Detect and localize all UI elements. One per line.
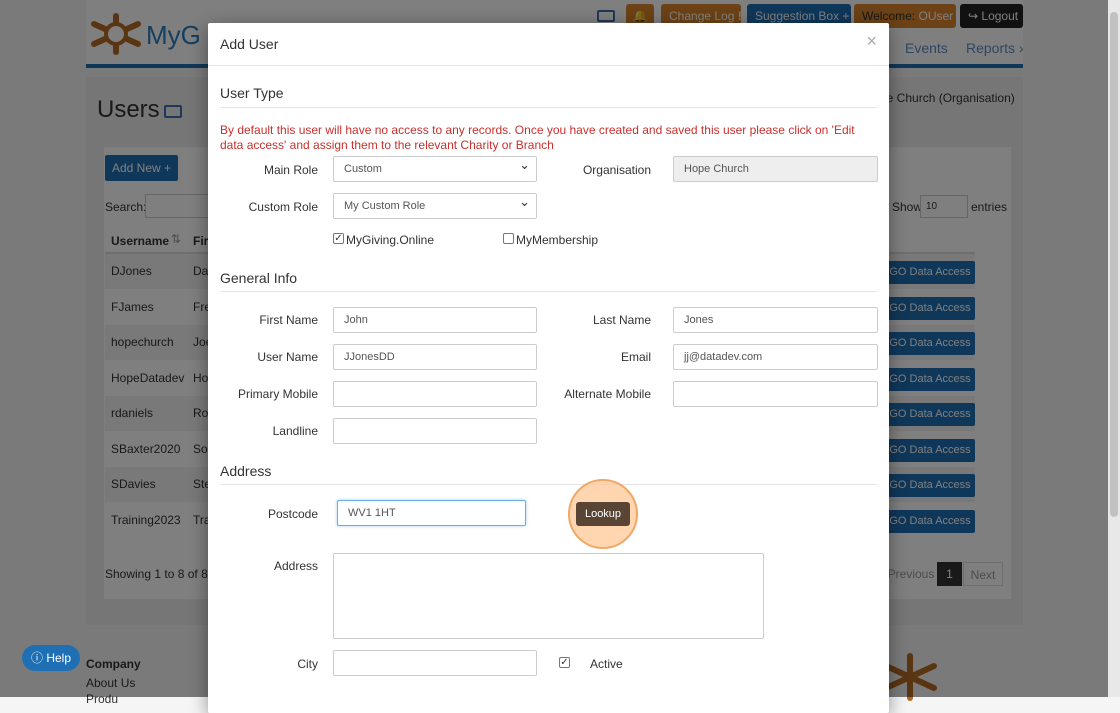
- main-role-label: Main Role: [263, 163, 318, 177]
- section-general-info: General Info: [220, 270, 298, 286]
- postcode-input[interactable]: WV1 1HT: [337, 500, 526, 526]
- section-divider: [220, 291, 877, 292]
- first-name-label: First Name: [259, 313, 318, 327]
- scrollbar-thumb[interactable]: [1110, 12, 1118, 517]
- mygiving-label: MyGiving.Online: [346, 233, 435, 247]
- mymembership-checkbox[interactable]: [503, 233, 514, 244]
- section-user-type: User Type: [220, 85, 284, 101]
- section-divider: [220, 484, 877, 485]
- city-input[interactable]: [333, 650, 537, 676]
- modal-divider: [208, 65, 889, 66]
- email-label: Email: [620, 350, 651, 364]
- active-label: Active: [590, 657, 623, 671]
- address-label: Address: [273, 559, 318, 573]
- mymembership-label: MyMembership: [516, 233, 599, 247]
- help-icon: ⓘ: [30, 651, 43, 665]
- active-checkbox[interactable]: ✓: [559, 657, 570, 668]
- landline-label: Landline: [272, 424, 318, 438]
- section-divider: [220, 107, 877, 108]
- help-button[interactable]: ⓘ Help: [22, 645, 80, 671]
- custom-role-select[interactable]: My Custom Role: [333, 193, 537, 219]
- city-label: City: [297, 657, 318, 671]
- user-name-input[interactable]: JJonesDD: [333, 344, 537, 370]
- first-name-input[interactable]: John: [333, 307, 537, 333]
- page-scrollbar[interactable]: [1108, 0, 1120, 697]
- alternate-mobile-input[interactable]: [673, 381, 878, 407]
- landline-input[interactable]: [333, 418, 537, 444]
- custom-role-label: Custom Role: [248, 200, 318, 214]
- modal-title: Add User: [220, 36, 279, 52]
- primary-mobile-label: Primary Mobile: [237, 387, 318, 401]
- main-role-select[interactable]: Custom: [333, 156, 537, 182]
- last-name-label: Last Name: [592, 313, 651, 327]
- organisation-label: Organisation: [582, 163, 651, 177]
- lookup-button[interactable]: Lookup: [576, 502, 630, 526]
- primary-mobile-input[interactable]: [333, 381, 537, 407]
- close-icon[interactable]: ×: [866, 31, 877, 52]
- user-name-label: User Name: [257, 350, 318, 364]
- add-user-modal: Add User × User Type By default this use…: [208, 23, 889, 713]
- section-address: Address: [220, 463, 272, 479]
- last-name-input[interactable]: Jones: [673, 307, 878, 333]
- organisation-field: Hope Church: [673, 156, 878, 182]
- address-textarea[interactable]: [333, 553, 764, 639]
- email-input[interactable]: jj@datadev.com: [673, 344, 878, 370]
- access-notice: By default this user will have no access…: [220, 123, 855, 152]
- mygiving-checkbox[interactable]: ✓: [333, 233, 344, 244]
- alternate-mobile-label: Alternate Mobile: [564, 387, 651, 401]
- postcode-label: Postcode: [267, 507, 318, 521]
